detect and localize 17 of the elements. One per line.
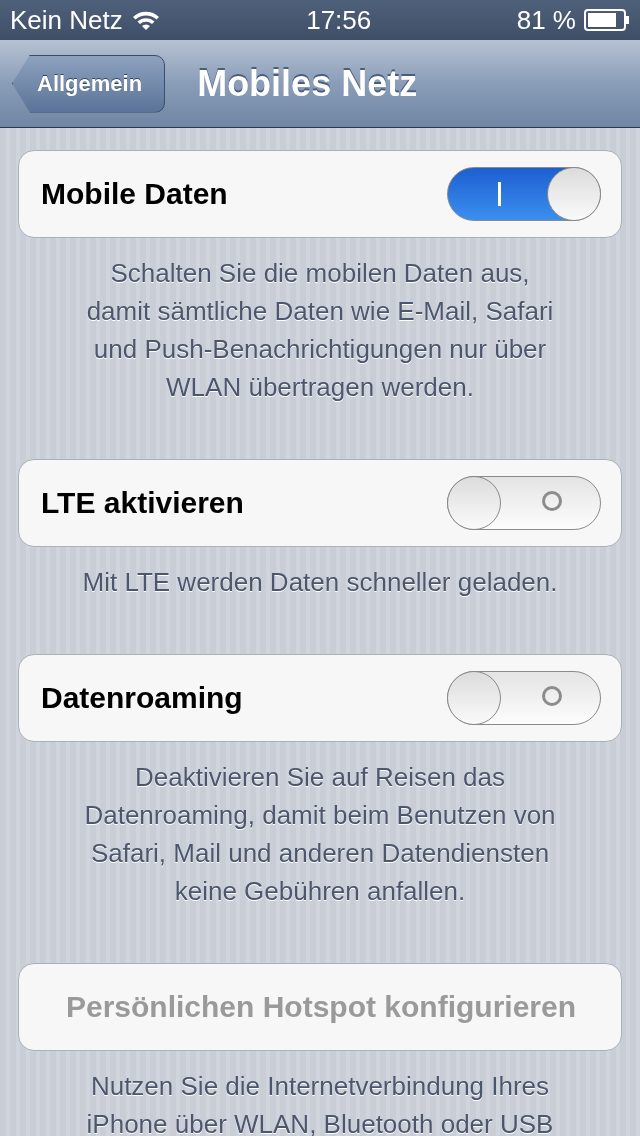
- footer-note: Mit LTE werden Daten schneller geladen.: [81, 566, 559, 599]
- back-button[interactable]: Allgemein: [12, 54, 166, 113]
- footer-note: Deaktivieren Sie auf Reisen das Datenroaming, damit beim Benutzen von Safari, Mail und anderen Datendiensten keine Gebühren anfallen.: [83, 761, 557, 908]
- toggle-switch[interactable]: [447, 671, 601, 725]
- carrier-name: Kein Netz: [10, 4, 123, 36]
- setting-label: Datenroaming: [41, 681, 243, 715]
- setting-label: Persönlichen Hotspot konfigurieren: [65, 990, 577, 1024]
- footer-note: Schalten Sie die mobilen Daten aus, damit sämtliche Daten wie E-Mail, Safari und Push-Benachrichtigungen nur über WLAN übertragen werden.: [85, 257, 555, 404]
- screen-title: Mobiles Netz: [197, 62, 418, 105]
- setting-label: Mobile Daten: [41, 177, 228, 211]
- battery-icon: [584, 9, 630, 31]
- setting-label: LTE aktivieren: [41, 486, 244, 520]
- toggle-switch[interactable]: [447, 476, 601, 530]
- battery-percent: 81 %: [516, 4, 576, 36]
- toggle-switch[interactable]: [447, 167, 601, 221]
- footer-note: Nutzen Sie die Internetverbindung Ihres iPhone über WLAN, Bluetooth oder USB: [85, 1070, 555, 1136]
- clock-time: 17:56: [306, 4, 372, 36]
